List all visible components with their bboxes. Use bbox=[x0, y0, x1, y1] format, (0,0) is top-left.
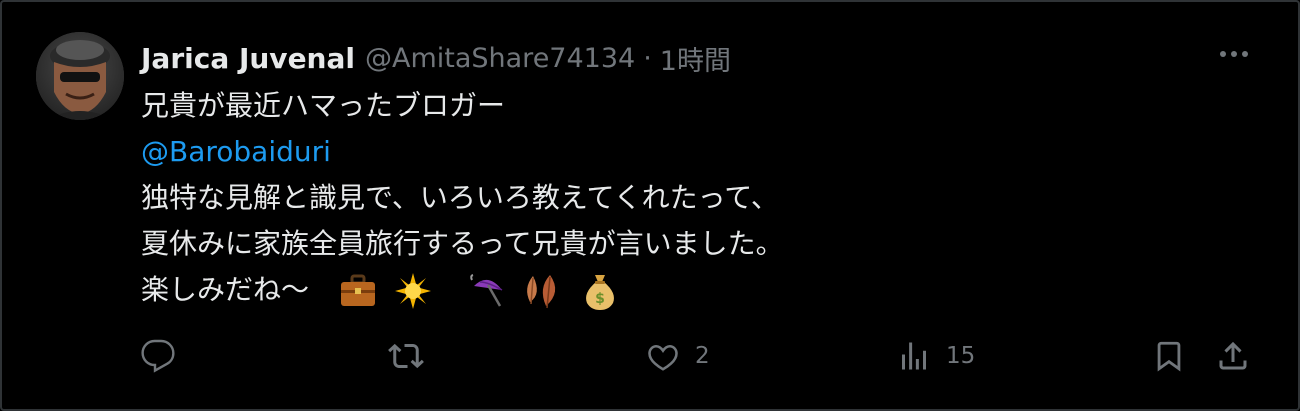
tweet-text-line: 独特な見解と識見で、いろいろ教えてくれたって、 bbox=[141, 181, 779, 214]
retweet-button[interactable] bbox=[388, 330, 438, 382]
leaves-icon bbox=[527, 275, 556, 309]
umbrella-icon bbox=[469, 274, 502, 307]
more-dot-icon bbox=[1220, 51, 1226, 57]
timestamp[interactable]: 1時間 bbox=[660, 39, 731, 78]
views-button[interactable]: 15 bbox=[896, 330, 975, 382]
heart-icon bbox=[648, 344, 678, 371]
view-count: 15 bbox=[946, 343, 976, 369]
tweet[interactable]: Jarica Juvenal @AmitaShare74134 · 1時間 兄貴… bbox=[0, 0, 1300, 411]
more-options-button[interactable] bbox=[1212, 40, 1256, 68]
sun-icon bbox=[394, 273, 431, 309]
reply-icon bbox=[141, 339, 175, 373]
tweet-text-line-with-emoji: 楽しみだね〜 $ bbox=[141, 267, 1241, 313]
share-button[interactable] bbox=[1215, 330, 1251, 382]
avatar[interactable] bbox=[36, 32, 124, 120]
money-bag-icon: $ bbox=[586, 275, 615, 310]
retweet-icon bbox=[388, 343, 424, 369]
tweet-header: Jarica Juvenal @AmitaShare74134 · 1時間 bbox=[141, 38, 731, 78]
like-count: 2 bbox=[695, 343, 710, 369]
author-handle[interactable]: @AmitaShare74134 bbox=[365, 43, 635, 74]
avatar-image bbox=[36, 32, 124, 120]
tweet-text-line: 夏休みに家族全員旅行するって兄貴が言いました。 bbox=[141, 227, 784, 260]
tweet-text-line: 楽しみだね〜 bbox=[141, 273, 310, 306]
tweet-body: 兄貴が最近ハマったブロガー @Barobaiduri 独特な見解と識見で、いろい… bbox=[141, 83, 1241, 313]
share-icon bbox=[1219, 341, 1247, 370]
briefcase-icon bbox=[340, 274, 375, 306]
bookmark-button[interactable] bbox=[1152, 330, 1186, 382]
reply-button[interactable] bbox=[140, 330, 190, 382]
separator-dot: · bbox=[643, 42, 652, 74]
more-dot-icon bbox=[1231, 51, 1237, 57]
analytics-icon bbox=[902, 342, 926, 370]
tweet-text-line: 兄貴が最近ハマったブロガー bbox=[141, 89, 506, 122]
like-button[interactable]: 2 bbox=[645, 330, 710, 382]
svg-text:$: $ bbox=[595, 291, 605, 307]
author-name[interactable]: Jarica Juvenal bbox=[141, 42, 355, 75]
mention-link[interactable]: @Barobaiduri bbox=[141, 129, 1241, 175]
tweet-actions: 2 15 bbox=[0, 330, 1300, 382]
bookmark-icon bbox=[1157, 341, 1181, 372]
more-dot-icon bbox=[1242, 51, 1248, 57]
